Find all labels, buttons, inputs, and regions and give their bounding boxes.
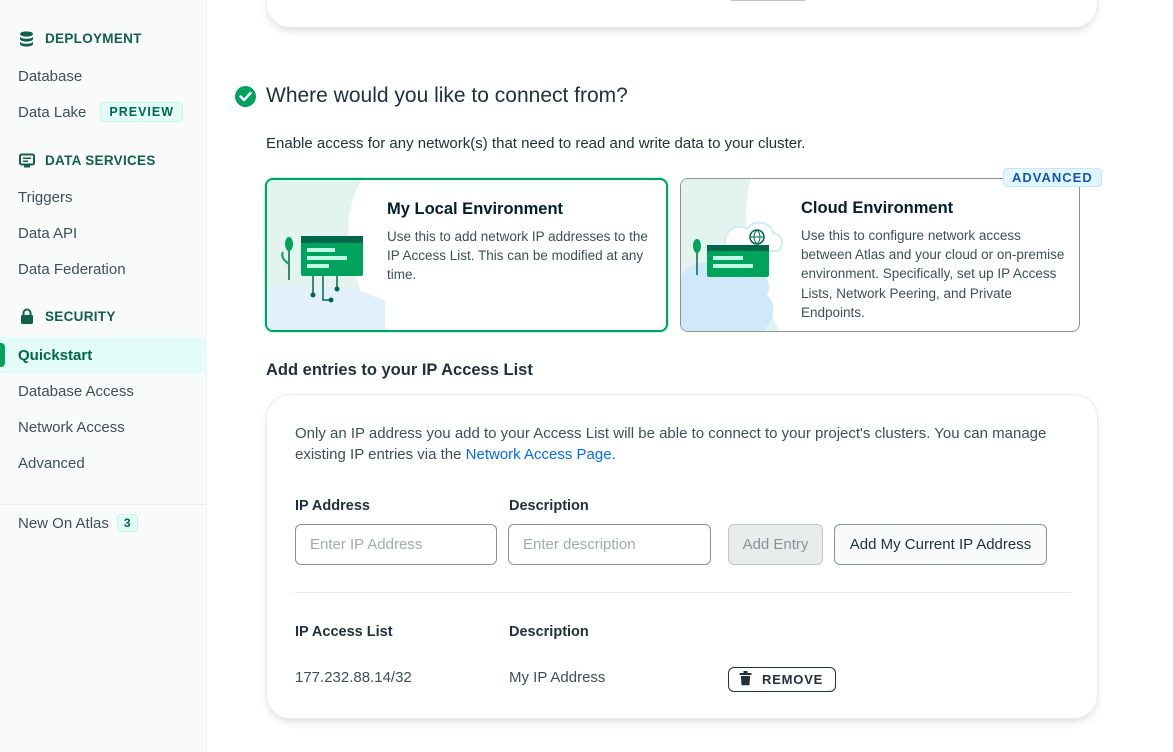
- scroll-hint-bar: [729, 0, 807, 1]
- remove-entry-button[interactable]: REMOVE: [728, 667, 836, 692]
- sidebar-item-database-access[interactable]: Database Access: [0, 373, 207, 409]
- sidebar-item-database[interactable]: Database: [0, 58, 207, 94]
- ip-access-info: Only an IP address you add to your Acces…: [295, 423, 1075, 465]
- ip-address-input[interactable]: [295, 524, 497, 565]
- description-input[interactable]: [508, 524, 711, 565]
- count-badge: 3: [116, 514, 138, 532]
- section-header-security: SECURITY: [18, 308, 116, 325]
- monitor-icon: [18, 152, 35, 169]
- ip-access-list-title: Add entries to your IP Access List: [266, 361, 533, 379]
- sidebar-item-data-federation[interactable]: Data Federation: [0, 251, 207, 287]
- section-subtitle: Enable access for any network(s) that ne…: [266, 135, 806, 152]
- table-header-description: Description: [509, 624, 589, 640]
- local-environment-illustration: [267, 180, 385, 330]
- ip-address-label: IP Address: [295, 498, 370, 514]
- sidebar-item-network-access[interactable]: Network Access: [0, 409, 207, 445]
- sidebar-item-label: Network Access: [18, 418, 125, 436]
- sidebar-item-quickstart[interactable]: Quickstart: [0, 337, 207, 373]
- section-header-label: DEPLOYMENT: [45, 31, 142, 46]
- lock-icon: [18, 308, 35, 325]
- remove-label: REMOVE: [762, 672, 824, 687]
- local-environment-title: My Local Environment: [387, 200, 564, 218]
- sidebar-item-label: Triggers: [18, 188, 73, 206]
- local-environment-description: Use this to add network IP addresses to …: [387, 229, 648, 283]
- sidebar-item-new-on-atlas[interactable]: New On Atlas 3: [0, 505, 207, 541]
- sidebar-item-label: Data Federation: [18, 260, 126, 278]
- add-current-ip-button[interactable]: Add My Current IP Address: [834, 524, 1047, 565]
- advanced-badge: ADVANCED: [1003, 168, 1102, 187]
- sidebar-item-data-lake[interactable]: Data Lake PREVIEW: [0, 94, 207, 130]
- sidebar-item-label: Data Lake: [18, 103, 87, 121]
- sidebar-item-label: Database Access: [18, 382, 134, 400]
- section-header-label: SECURITY: [45, 309, 116, 324]
- local-environment-card[interactable]: My Local Environment Use this to add net…: [265, 178, 668, 332]
- section-header-data-services: DATA SERVICES: [18, 152, 156, 169]
- ip-access-card: Only an IP address you add to your Acces…: [266, 394, 1098, 719]
- ip-entry-description: My IP Address: [509, 669, 606, 686]
- cloud-environment-card[interactable]: Cloud Environment Use this to configure …: [680, 178, 1080, 332]
- description-label: Description: [509, 498, 589, 514]
- sidebar-item-label: Database: [18, 67, 83, 85]
- add-entry-button[interactable]: Add Entry: [728, 524, 823, 565]
- sidebar: DEPLOYMENT Database Data Lake PREVIEW DA…: [0, 0, 207, 752]
- preview-badge: PREVIEW: [100, 102, 184, 122]
- check-circle-icon: [235, 85, 256, 107]
- section-header-deployment: DEPLOYMENT: [18, 30, 142, 47]
- sidebar-item-advanced[interactable]: Advanced: [0, 445, 207, 481]
- sidebar-item-label: New On Atlas: [18, 514, 109, 532]
- network-access-page-link[interactable]: Network Access Page.: [466, 446, 616, 463]
- trash-icon: [739, 670, 752, 689]
- section-title: Where would you like to connect from?: [266, 84, 628, 107]
- sidebar-item-label: Data API: [18, 224, 78, 242]
- connect-from-heading: Where would you like to connect from?: [235, 84, 628, 108]
- cloud-environment-illustration: [681, 179, 799, 331]
- ip-entry-address: 177.232.88.14/32: [295, 669, 412, 686]
- table-header-ip-access-list: IP Access List: [295, 624, 393, 640]
- sidebar-item-label: Quickstart: [18, 346, 93, 364]
- sidebar-item-triggers[interactable]: Triggers: [0, 179, 207, 215]
- previous-step-card: [266, 0, 1098, 28]
- cloud-environment-description: Use this to configure network access bet…: [801, 228, 1065, 320]
- info-text: Only an IP address you add to your Acces…: [295, 425, 1047, 463]
- sidebar-item-data-api[interactable]: Data API: [0, 215, 207, 251]
- cloud-environment-title: Cloud Environment: [801, 199, 954, 217]
- database-icon: [18, 30, 35, 47]
- sidebar-item-label: Advanced: [18, 454, 85, 472]
- section-header-label: DATA SERVICES: [45, 153, 156, 168]
- section-divider: [295, 592, 1071, 593]
